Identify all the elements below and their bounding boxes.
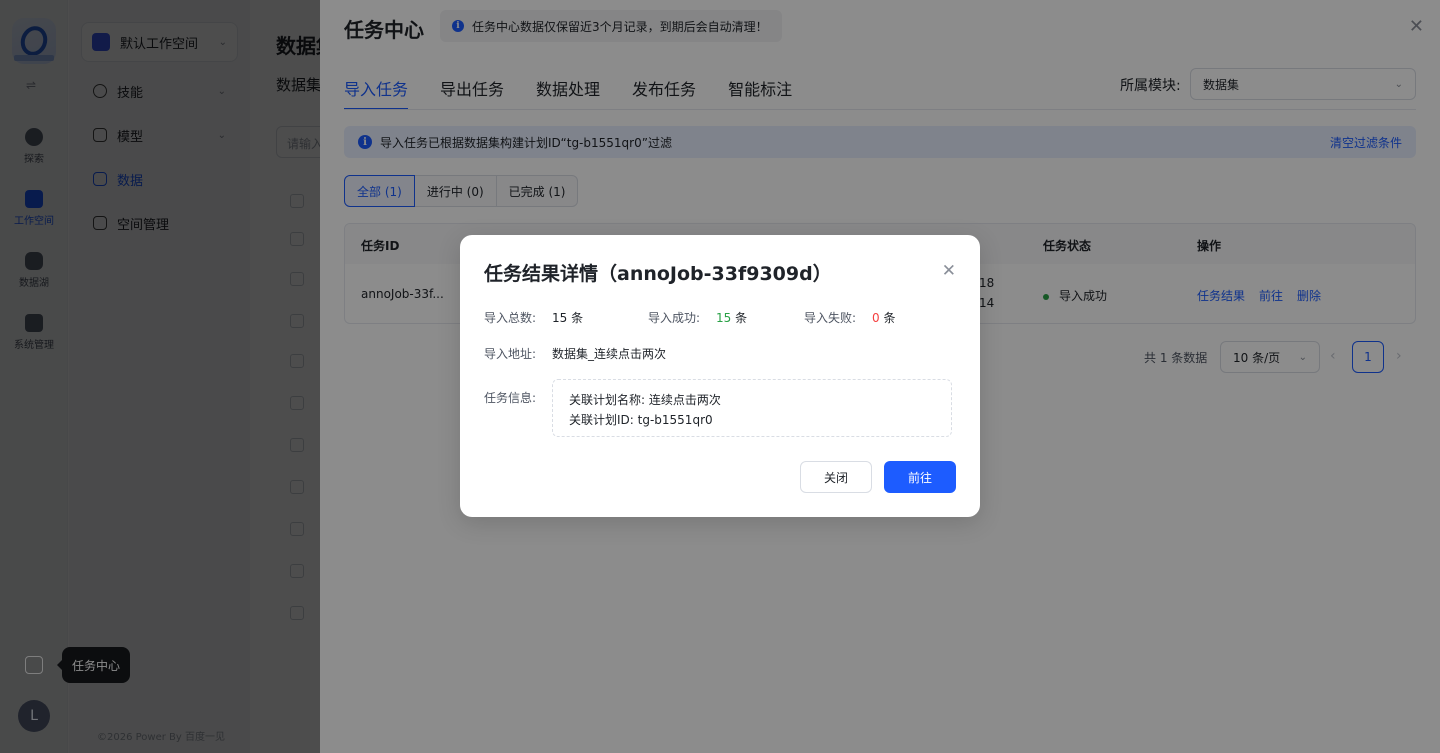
total-label: 导入总数: xyxy=(484,311,537,325)
task-result-modal: 任务结果详情（annoJob-33f9309d） ✕ 导入总数: 15 条 导入… xyxy=(460,235,980,517)
info-label: 任务信息: xyxy=(484,391,537,405)
success-label: 导入成功: xyxy=(648,311,701,325)
close-icon[interactable]: ✕ xyxy=(942,261,956,281)
success-value: 15 条 xyxy=(716,309,747,326)
fail-label: 导入失败: xyxy=(804,311,857,325)
plan-id: 关联计划ID: tg-b1551qr0 xyxy=(569,413,713,427)
go-button[interactable]: 前往 xyxy=(884,461,956,493)
total-count: 15 xyxy=(552,311,568,325)
fail-count: 0 xyxy=(872,311,880,325)
close-button[interactable]: 关闭 xyxy=(800,461,872,493)
unit-text: 条 xyxy=(883,311,896,325)
unit-text: 条 xyxy=(735,311,748,325)
total-value: 15 条 xyxy=(552,309,583,326)
address-label: 导入地址: xyxy=(484,347,537,361)
success-count: 15 xyxy=(716,311,732,325)
task-info-box: 关联计划名称: 连续点击两次 关联计划ID: tg-b1551qr0 xyxy=(552,379,952,437)
modal-title: 任务结果详情（annoJob-33f9309d） xyxy=(484,263,832,285)
plan-name: 关联计划名称: 连续点击两次 xyxy=(569,393,721,407)
fail-value: 0 条 xyxy=(872,309,895,326)
unit-text: 条 xyxy=(571,311,584,325)
address-link[interactable]: 数据集_连续点击两次 xyxy=(552,345,666,362)
